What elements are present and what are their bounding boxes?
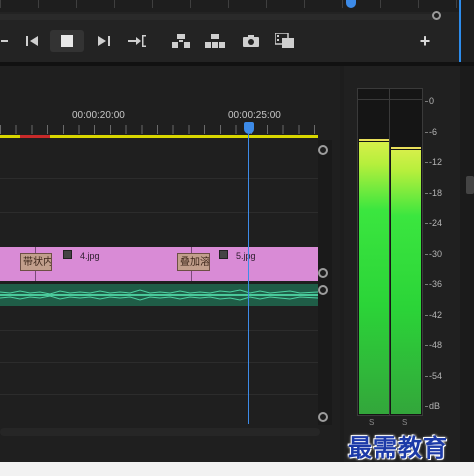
scroll-handle[interactable] — [318, 412, 328, 422]
db-scale-tick — [425, 314, 428, 316]
solo-button-left[interactable]: S — [369, 418, 374, 427]
bottom-strip — [0, 462, 474, 476]
solo-button-right[interactable]: S — [402, 418, 407, 427]
fx-badge-icon[interactable] — [63, 250, 72, 259]
transition-clip[interactable]: 叠加溶 — [177, 253, 210, 271]
extract-icon — [205, 34, 225, 48]
timeline-vertical-scrollbar[interactable] — [318, 140, 332, 425]
watermark-logo: 最需教育 — [348, 433, 448, 462]
db-scale-tick — [425, 192, 428, 194]
render-status-bar — [20, 135, 50, 138]
db-scale-label: -36 — [429, 279, 443, 289]
db-scale-tick — [425, 345, 428, 346]
audio-track-clip[interactable] — [0, 284, 318, 306]
step-back-icon — [26, 36, 40, 46]
lift-icon — [172, 34, 190, 48]
db-scale-label: -12 — [429, 157, 443, 167]
step-forward-icon — [96, 36, 110, 46]
button-editor-button[interactable]: + — [414, 30, 436, 52]
monitor-zoom-scrollbar[interactable] — [0, 14, 440, 20]
timecode-label: 00:00:25:00 — [228, 110, 281, 121]
db-scale-tick — [425, 131, 428, 133]
db-scale-tick — [425, 101, 428, 102]
monitor-zoom-handle[interactable] — [432, 11, 441, 20]
db-scale-tick — [425, 284, 428, 285]
step-forward-button[interactable] — [92, 30, 114, 52]
db-scale-label: 0 — [429, 96, 435, 106]
track-separator — [0, 212, 318, 213]
scroll-handle[interactable] — [318, 145, 328, 155]
db-scale-label: -30 — [429, 248, 443, 259]
db-scale-label: -54 — [429, 370, 443, 381]
audio-waveform — [0, 289, 318, 301]
transition-clip[interactable]: 带状内 — [20, 253, 52, 271]
db-scale-tick — [425, 406, 428, 407]
track-separator — [0, 362, 318, 363]
audio-meter-left-channel — [359, 142, 389, 414]
audio-meter-right-channel — [391, 149, 421, 414]
db-scale-tick — [425, 223, 428, 224]
db-scale-tick — [425, 162, 428, 163]
panel-resize-handle[interactable] — [466, 176, 474, 194]
step-back-button[interactable] — [22, 30, 44, 52]
extract-button[interactable] — [204, 30, 226, 52]
fx-badge-icon[interactable] — [219, 250, 228, 259]
timeline-playhead[interactable] — [244, 122, 254, 134]
monitor-time-ruler[interactable] — [0, 0, 459, 12]
db-scale-label: -48 — [429, 340, 443, 350]
db-scale-label: dB — [429, 401, 441, 411]
camera-icon — [243, 35, 259, 47]
peak-indicator — [391, 146, 421, 149]
export-frame-button[interactable] — [240, 30, 262, 52]
plus-icon: + — [419, 30, 431, 51]
timeline-horizontal-scrollbar[interactable] — [0, 428, 320, 436]
db-scale-label: -18 — [429, 187, 443, 198]
comparison-view-icon — [275, 33, 295, 49]
db-scale-tick — [425, 375, 428, 377]
step-back-partial-icon[interactable] — [0, 30, 10, 52]
clip-name: 4.jpg — [80, 251, 100, 261]
comparison-view-button[interactable] — [274, 30, 296, 52]
playhead-line[interactable] — [248, 134, 249, 424]
clip-name: 5.jpg — [236, 251, 256, 261]
timecode-label: 00:00:20:00 — [72, 110, 125, 121]
scroll-handle[interactable] — [318, 268, 328, 278]
scroll-handle[interactable] — [318, 285, 328, 295]
peak-indicator — [359, 139, 389, 142]
stop-icon — [61, 35, 73, 47]
track-separator — [0, 330, 318, 331]
db-scale-label: -24 — [429, 218, 443, 228]
ruler-ticks — [0, 125, 318, 134]
stop-button[interactable] — [50, 30, 84, 52]
db-scale-tick — [425, 253, 428, 255]
track-separator — [0, 394, 318, 395]
go-to-out-point-icon — [128, 35, 146, 47]
db-scale-label: -42 — [429, 309, 443, 320]
go-to-out-button[interactable] — [126, 30, 148, 52]
db-scale-label: -6 — [429, 126, 438, 137]
lift-button[interactable] — [170, 30, 192, 52]
right-panel-edge — [460, 66, 474, 476]
track-separator — [0, 178, 318, 179]
